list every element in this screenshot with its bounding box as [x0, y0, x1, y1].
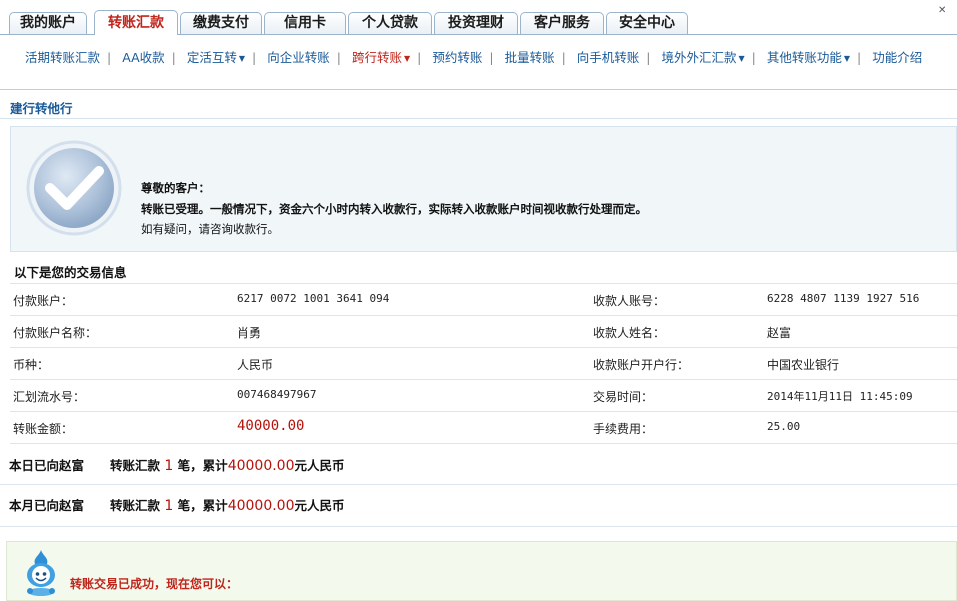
subnav-divider [0, 89, 957, 90]
subnav-fixed-current[interactable]: 定活互转 ▼ [187, 50, 245, 65]
subnav-to-enterprise[interactable]: 向企业转账 [267, 50, 330, 65]
subnav-interbank-transfer[interactable]: 跨行转账 ▼ [352, 50, 410, 65]
subnav-label: 其他转账功能 [766, 50, 842, 65]
payee-account-label: 收款人账号： [593, 294, 666, 308]
caret-down-icon: ▼ [843, 54, 851, 63]
serial-number-label: 汇划流水号： [13, 390, 86, 404]
summary-suffix: 元人民币 [294, 458, 345, 473]
mascot-icon [27, 550, 55, 596]
subnav-current-transfer[interactable]: 活期转账汇款 [25, 50, 100, 65]
main-tab-bar: 我的账户 转账汇款 缴费支付 信用卡 个人贷款 投资理财 客户服务 安全中心 ✕ [0, 0, 957, 36]
summary-mid: 笔，累计 [177, 498, 228, 513]
subnav-label: 境外外汇汇款 [661, 50, 737, 65]
summary-prefix: 本月已向赵富 [9, 498, 85, 513]
subnav-scheduled-transfer[interactable]: 预约转账 [432, 50, 482, 65]
monthly-summary: 本月已向赵富 转账汇款 1 笔，累计40000.00元人民币 [9, 495, 345, 514]
transaction-time-label: 交易时间： [593, 390, 654, 404]
transaction-info-table: 付款账户： 6217 0072 1001 3641 094 收款人账号： 622… [10, 283, 957, 444]
summary-type: 转账汇款 [110, 498, 161, 513]
table-row: 转账金额： 40000.00 手续费用： 25.00 [10, 411, 957, 444]
payee-account-value: 6228 4807 1139 1927 516 [767, 292, 920, 305]
close-icon[interactable]: ✕ [938, 6, 948, 16]
tab-credit-card[interactable]: 信用卡 [264, 12, 346, 34]
section-title: 建行转他行 [10, 101, 73, 116]
summary-divider [0, 526, 957, 527]
subnav-separator: | [336, 50, 341, 65]
transfer-amount-value: 40000.00 [237, 418, 305, 434]
tab-personal-loan[interactable]: 个人贷款 [348, 12, 432, 34]
summary-prefix: 本日已向赵富 [9, 458, 85, 473]
currency-value: 人民币 [237, 358, 274, 372]
payer-account-label: 付款账户： [13, 294, 74, 308]
tab-security-center[interactable]: 安全中心 [606, 12, 688, 34]
table-row: 汇划流水号： 007468497967 交易时间： 2014年11月11日 11… [10, 379, 957, 411]
subnav-label: 定活互转 [186, 50, 237, 65]
subnav-separator: | [857, 50, 862, 65]
caret-down-icon: ▼ [738, 54, 745, 63]
checkmark-icon [26, 140, 122, 236]
tab-transfer[interactable]: 转账汇款 [94, 10, 178, 35]
payee-name-label: 收款人姓名： [593, 326, 666, 340]
subnav-mobile-transfer[interactable]: 向手机转账 [577, 50, 640, 65]
subnav-separator: | [561, 50, 566, 65]
subnav-aa-collection[interactable]: AA收款 [122, 50, 164, 65]
daily-summary: 本日已向赵富 转账汇款 1 笔，累计40000.00元人民币 [9, 455, 345, 474]
table-row: 付款账户名称： 肖勇 收款人姓名： 赵富 [10, 315, 957, 347]
subnav-separator: | [417, 50, 422, 65]
subnav-separator: | [107, 50, 112, 65]
payer-account-value: 6217 0072 1001 3641 094 [237, 292, 390, 305]
fee-label: 手续费用： [593, 422, 654, 436]
fee-value: 25.00 [767, 420, 801, 433]
transfer-amount-label: 转账金额： [13, 422, 74, 436]
tab-customer-service[interactable]: 客户服务 [520, 12, 604, 34]
subnav-separator: | [751, 50, 756, 65]
caret-down-icon: ▼ [403, 54, 411, 63]
section-divider [0, 118, 957, 119]
payer-name-value: 肖勇 [237, 326, 262, 340]
currency-label: 币种： [13, 358, 50, 372]
subnav-batch-transfer[interactable]: 批量转账 [505, 50, 555, 65]
subnav-introduction[interactable]: 功能介绍 [872, 50, 922, 65]
subnav-label: 跨行转账 [351, 50, 402, 65]
table-row: 付款账户： 6217 0072 1001 3641 094 收款人账号： 622… [10, 283, 957, 315]
payee-bank-value: 中国农业银行 [767, 358, 840, 372]
subnav-other-functions[interactable]: 其他转账功能 ▼ [767, 50, 850, 65]
subnav-separator: | [252, 50, 257, 65]
subnav-separator: | [646, 50, 651, 65]
notice-box: 尊敬的客户： 转账已受理。一般情况下，资金六个小时内转入收款行，实际转入收款账户… [10, 126, 957, 252]
payer-name-label: 付款账户名称： [13, 326, 98, 340]
notice-message: 转账已受理。一般情况下，资金六个小时内转入收款行，实际转入收款账户时间视收款行处… [141, 202, 647, 216]
summary-type: 转账汇款 [110, 458, 161, 473]
payee-bank-label: 收款账户开户行： [593, 358, 690, 372]
tab-payment[interactable]: 缴费支付 [180, 12, 262, 34]
subnav-separator: | [489, 50, 494, 65]
summary-mid: 笔，累计 [177, 458, 228, 473]
transaction-time-value: 2014年11月11日 11:45:09 [767, 390, 913, 403]
summary-count: 1 [164, 458, 174, 474]
summary-amount: 40000.00 [227, 498, 295, 514]
table-row: 币种： 人民币 收款账户开户行： 中国农业银行 [10, 347, 957, 379]
summary-suffix: 元人民币 [294, 498, 345, 513]
summary-count: 1 [164, 498, 174, 514]
tab-investment[interactable]: 投资理财 [434, 12, 518, 34]
caret-down-icon: ▼ [238, 54, 246, 63]
notice-hint: 如有疑问，请咨询收款行。 [141, 222, 279, 236]
subnav-overseas-remittance[interactable]: 境外外汇汇款 ▼ [662, 50, 745, 65]
summary-amount: 40000.00 [227, 458, 295, 474]
success-box: 转账交易已成功，现在您可以： [6, 541, 957, 601]
subnav-separator: | [171, 50, 176, 65]
tab-my-account[interactable]: 我的账户 [9, 12, 87, 34]
sub-navigation: 活期转账汇款 | AA收款 | 定活互转 ▼ | 向企业转账 | 跨行转账 ▼ | 预约转账 |… [25, 47, 922, 65]
payee-name-value: 赵富 [767, 326, 792, 340]
success-message: 转账交易已成功，现在您可以： [70, 577, 239, 591]
transaction-info-title: 以下是您的交易信息 [14, 265, 127, 280]
notice-greeting: 尊敬的客户： [141, 181, 210, 195]
serial-number-value: 007468497967 [237, 388, 317, 401]
summary-divider [0, 484, 957, 485]
